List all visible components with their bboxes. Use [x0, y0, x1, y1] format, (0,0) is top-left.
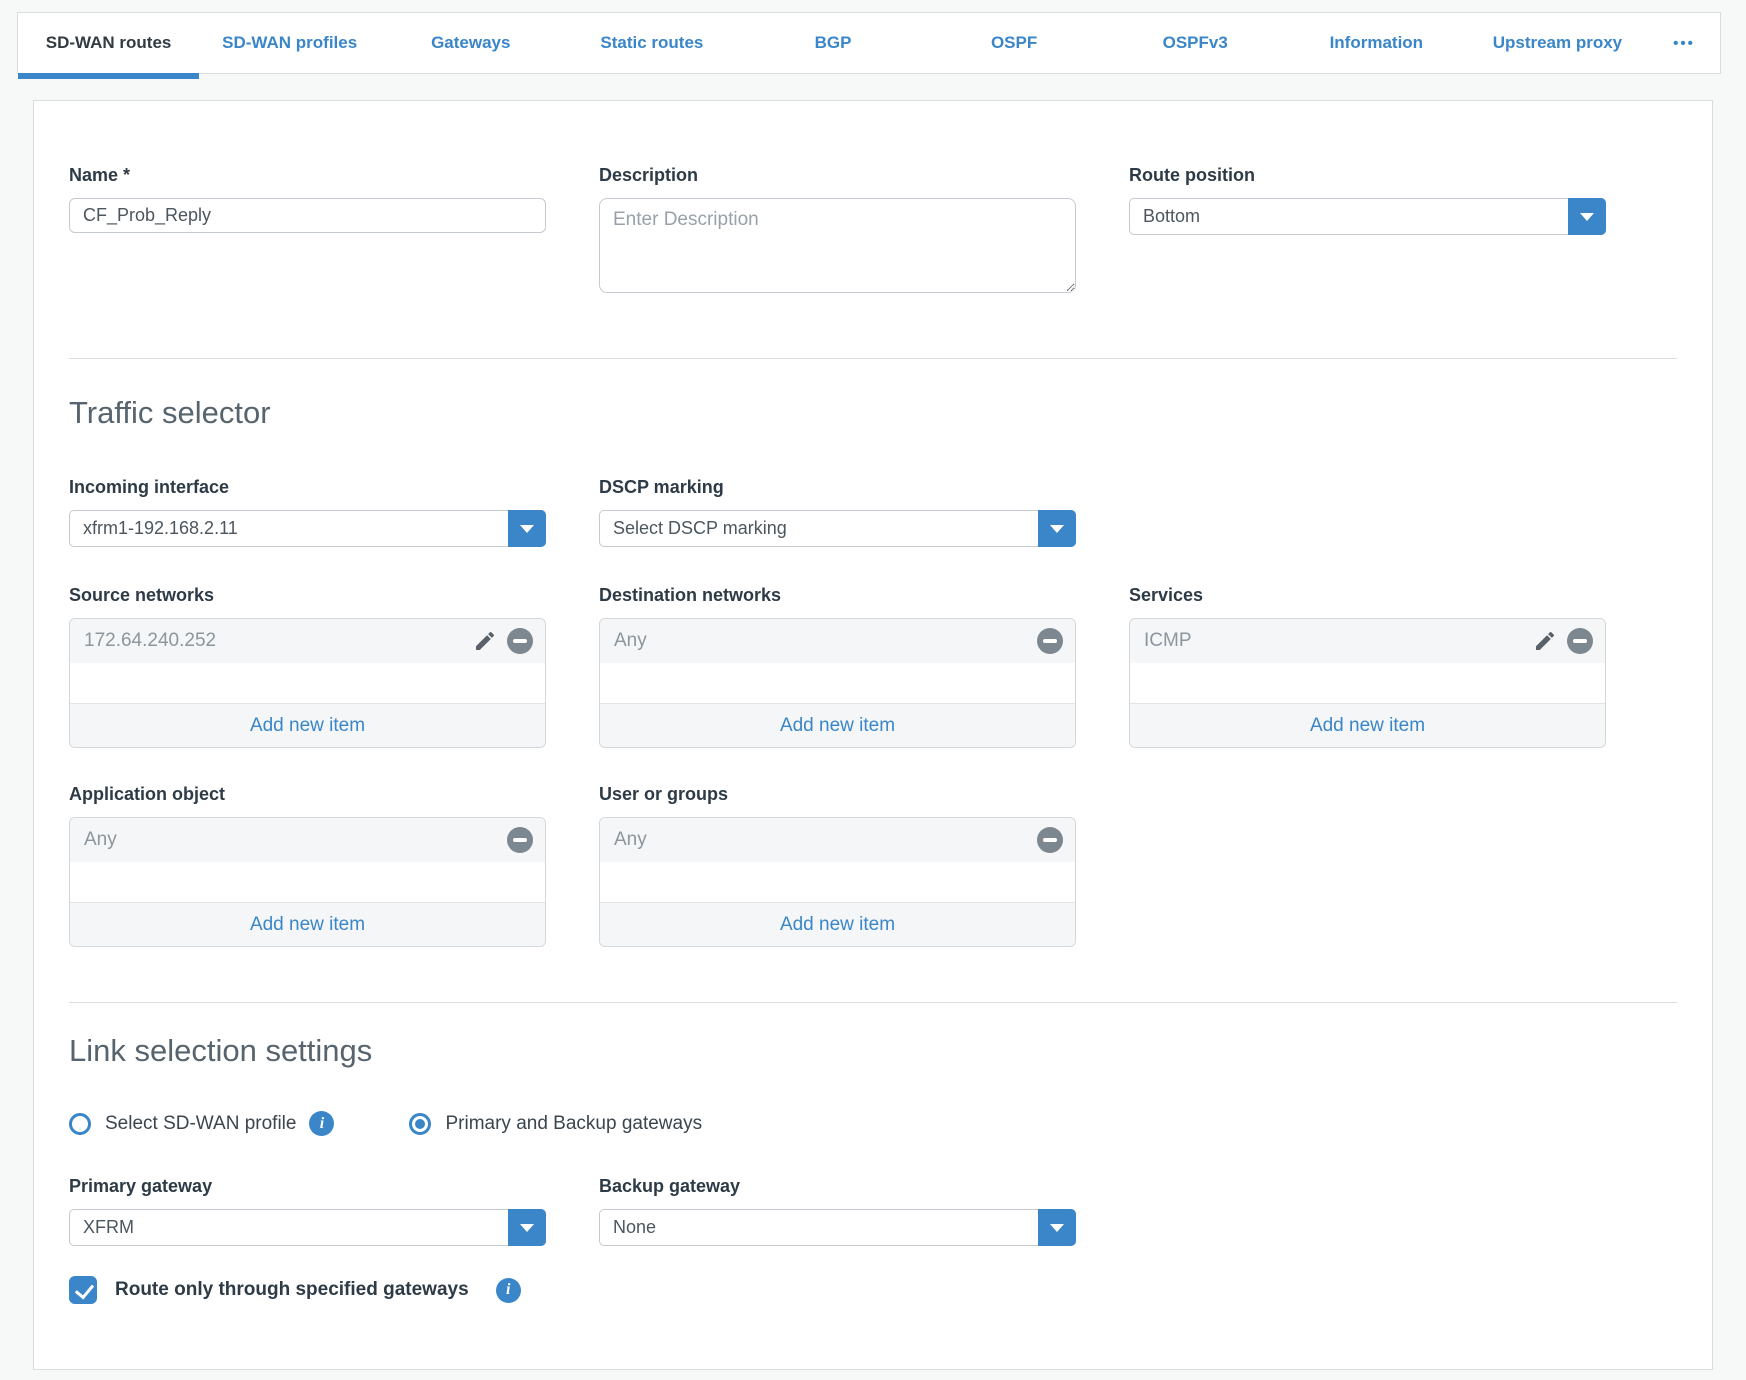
list-item: Any	[70, 818, 545, 862]
chevron-down-icon[interactable]	[508, 1209, 546, 1246]
description-input[interactable]	[599, 198, 1076, 293]
list-item-text: Any	[84, 829, 117, 851]
route-only-label: Route only through specified gateways	[115, 1279, 469, 1301]
name-input[interactable]	[69, 198, 546, 233]
source-networks-label: Source networks	[69, 585, 546, 605]
application-object-listbox: Any Add new item	[69, 817, 546, 947]
source-networks-listbox: 172.64.240.252 Add new item	[69, 618, 546, 748]
edit-pencil-icon[interactable]	[473, 629, 497, 653]
tab-sdwan-profiles[interactable]: SD-WAN profiles	[199, 13, 380, 73]
list-item: Any	[600, 619, 1075, 663]
link-selection-title: Link selection settings	[69, 1033, 1677, 1069]
route-only-row: Route only through specified gateways i	[69, 1276, 1677, 1304]
section-divider	[69, 358, 1677, 359]
remove-item-icon[interactable]	[507, 827, 533, 853]
info-icon[interactable]: i	[496, 1278, 521, 1303]
route-position-select[interactable]: Bottom	[1129, 198, 1606, 235]
tab-information[interactable]: Information	[1286, 13, 1467, 73]
tab-ospf[interactable]: OSPF	[924, 13, 1105, 73]
remove-item-icon[interactable]	[507, 628, 533, 654]
info-icon[interactable]: i	[309, 1111, 334, 1136]
user-or-groups-label: User or groups	[599, 784, 1076, 804]
backup-gateway-value: None	[613, 1217, 656, 1238]
link-selection-radio-group: Select SD-WAN profile i Primary and Back…	[69, 1111, 1677, 1136]
tab-bar: SD-WAN routes SD-WAN profiles Gateways S…	[17, 12, 1721, 74]
more-tabs-icon[interactable]: •••	[1648, 13, 1720, 73]
add-new-item-button[interactable]: Add new item	[70, 703, 545, 747]
primary-gateway-select[interactable]: XFRM	[69, 1209, 546, 1246]
user-or-groups-listbox: Any Add new item	[599, 817, 1076, 947]
primary-gateway-value: XFRM	[83, 1217, 134, 1238]
tab-gateways[interactable]: Gateways	[380, 13, 561, 73]
chevron-down-icon[interactable]	[1568, 198, 1606, 235]
destination-networks-label: Destination networks	[599, 585, 1076, 605]
route-position-label: Route position	[1129, 165, 1606, 185]
sdwan-route-form-card: Name * Description Route position Bottom…	[33, 100, 1713, 1370]
radio-option-primary-backup[interactable]: Primary and Backup gateways	[409, 1113, 702, 1135]
application-object-label: Application object	[69, 784, 546, 804]
radio-label: Select SD-WAN profile	[105, 1113, 296, 1135]
services-listbox: ICMP Add new item	[1129, 618, 1606, 748]
list-item-text: Any	[614, 829, 647, 851]
tab-ospfv3[interactable]: OSPFv3	[1105, 13, 1286, 73]
list-item-text: 172.64.240.252	[84, 630, 216, 652]
list-item: 172.64.240.252	[70, 619, 545, 663]
radio-button-icon[interactable]	[69, 1113, 91, 1135]
remove-item-icon[interactable]	[1567, 628, 1593, 654]
incoming-interface-value: xfrm1-192.168.2.11	[83, 518, 238, 539]
list-item: ICMP	[1130, 619, 1605, 663]
services-label: Services	[1129, 585, 1606, 605]
add-new-item-button[interactable]: Add new item	[600, 902, 1075, 946]
dscp-marking-label: DSCP marking	[599, 477, 1076, 497]
primary-gateway-label: Primary gateway	[69, 1176, 546, 1196]
remove-item-icon[interactable]	[1037, 827, 1063, 853]
route-only-checkbox[interactable]	[69, 1276, 97, 1304]
tab-bgp[interactable]: BGP	[742, 13, 923, 73]
list-item-text: Any	[614, 630, 647, 652]
incoming-interface-label: Incoming interface	[69, 477, 546, 497]
radio-label: Primary and Backup gateways	[445, 1113, 702, 1135]
section-divider	[69, 1002, 1677, 1003]
chevron-down-icon[interactable]	[508, 510, 546, 547]
description-label: Description	[599, 165, 1076, 185]
dscp-marking-value: Select DSCP marking	[613, 518, 787, 539]
radio-button-icon[interactable]	[409, 1113, 431, 1135]
tab-upstream-proxy[interactable]: Upstream proxy	[1467, 13, 1648, 73]
list-item: Any	[600, 818, 1075, 862]
add-new-item-button[interactable]: Add new item	[1130, 703, 1605, 747]
route-position-value: Bottom	[1143, 206, 1200, 227]
chevron-down-icon[interactable]	[1038, 510, 1076, 547]
chevron-down-icon[interactable]	[1038, 1209, 1076, 1246]
add-new-item-button[interactable]: Add new item	[70, 902, 545, 946]
backup-gateway-label: Backup gateway	[599, 1176, 1076, 1196]
radio-option-sdwan-profile[interactable]: Select SD-WAN profile i	[69, 1111, 334, 1136]
tab-static-routes[interactable]: Static routes	[561, 13, 742, 73]
traffic-selector-title: Traffic selector	[69, 395, 1677, 431]
name-label: Name *	[69, 165, 546, 185]
backup-gateway-select[interactable]: None	[599, 1209, 1076, 1246]
list-item-text: ICMP	[1144, 630, 1192, 652]
incoming-interface-select[interactable]: xfrm1-192.168.2.11	[69, 510, 546, 547]
tab-sdwan-routes[interactable]: SD-WAN routes	[18, 13, 199, 73]
add-new-item-button[interactable]: Add new item	[600, 703, 1075, 747]
edit-pencil-icon[interactable]	[1533, 629, 1557, 653]
destination-networks-listbox: Any Add new item	[599, 618, 1076, 748]
dscp-marking-select[interactable]: Select DSCP marking	[599, 510, 1076, 547]
remove-item-icon[interactable]	[1037, 628, 1063, 654]
